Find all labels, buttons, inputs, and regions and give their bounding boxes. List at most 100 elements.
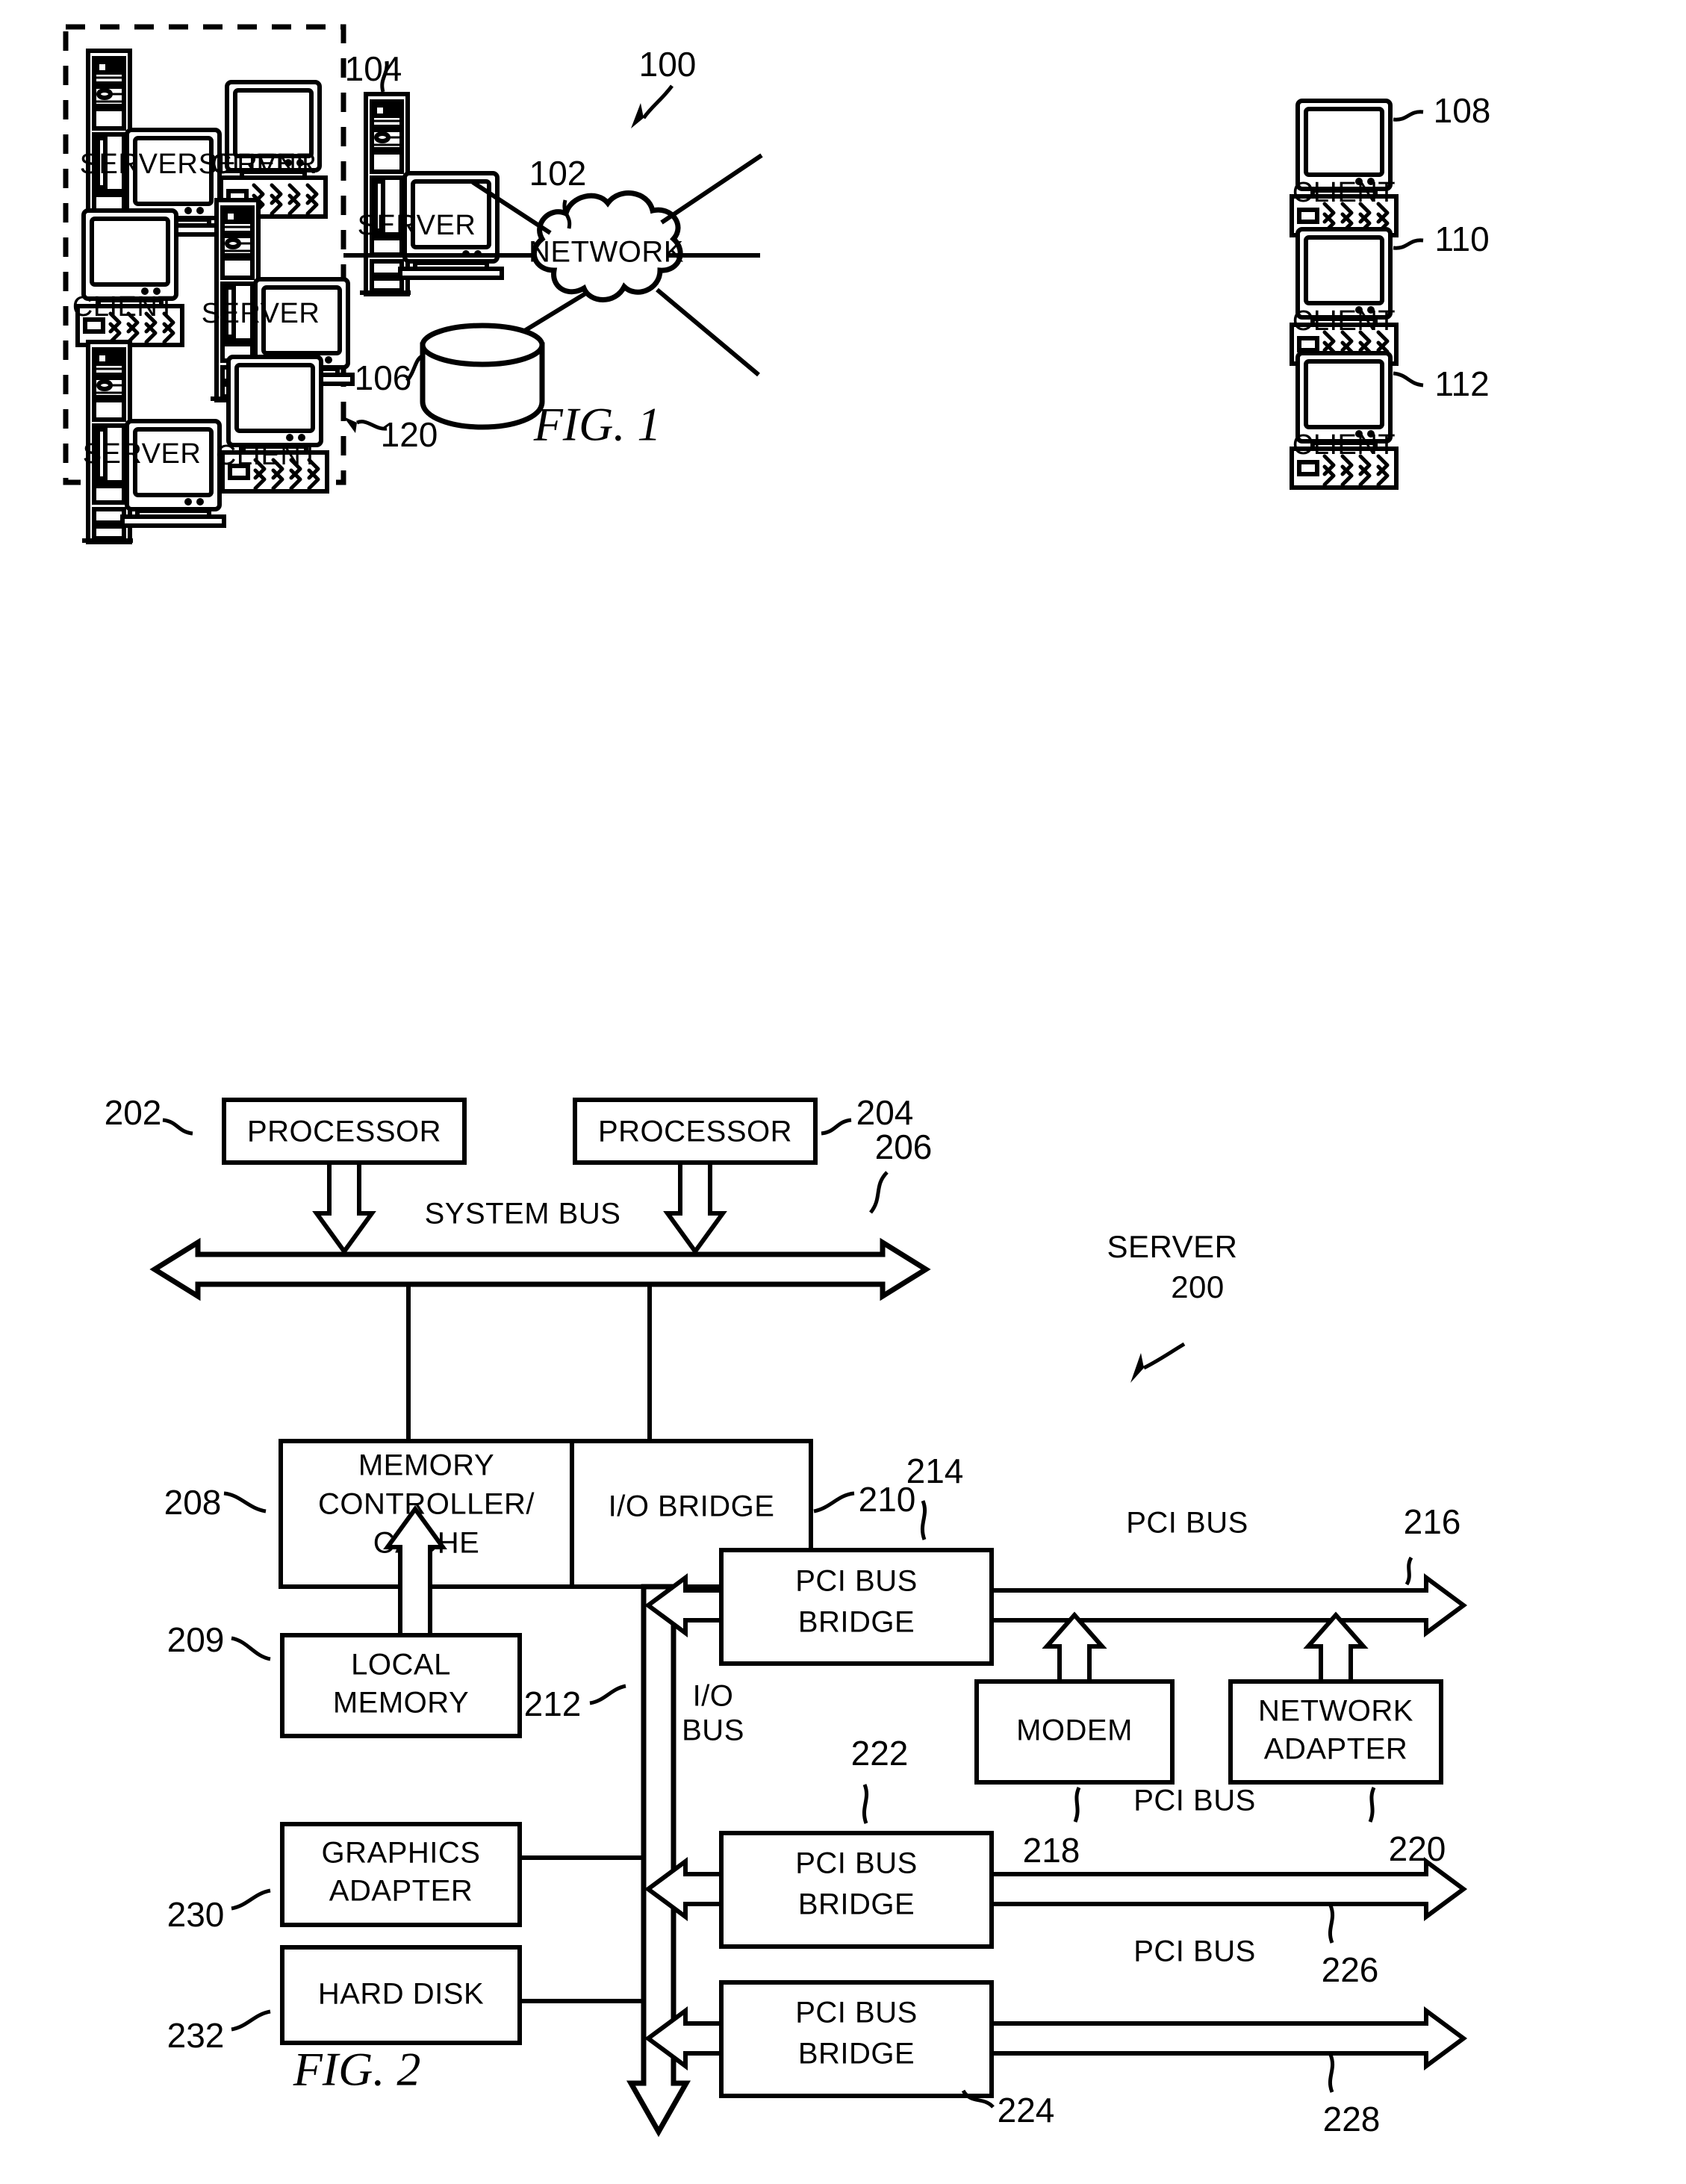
fig1-label-client-112: CLIENT bbox=[1293, 429, 1396, 461]
fig2-leader-230 bbox=[231, 1888, 271, 1911]
fig1-ref-112: 112 bbox=[1434, 364, 1489, 403]
fig2-leader-204 bbox=[821, 1118, 852, 1136]
fig1-leader-112 bbox=[1393, 371, 1424, 388]
fig2-ref-206: 206 bbox=[875, 1127, 933, 1166]
fig2-arrow-netadapter-to-pcibus1 bbox=[1303, 1611, 1369, 1684]
fig1-label-server-104: SERVER bbox=[358, 210, 476, 241]
fig2-label-pci-bus-3: PCI BUS bbox=[1133, 1935, 1256, 1968]
fig2-label-modem: MODEM bbox=[1016, 1714, 1133, 1747]
fig2-label-netadapter-line2: ADAPTER bbox=[1264, 1733, 1407, 1766]
fig1-ref-110: 110 bbox=[1434, 220, 1489, 258]
fig2-pci-bus-1 bbox=[989, 1573, 1468, 1637]
fig2-ref-228: 228 bbox=[1323, 2100, 1381, 2138]
fig1-label-client-3: CLIENT bbox=[216, 440, 319, 471]
fig2-leader-202 bbox=[162, 1118, 193, 1136]
fig2-label-io-bus-line2: BUS bbox=[682, 1714, 744, 1747]
fig2-leader-200 bbox=[1142, 1342, 1186, 1370]
fig2-leader-216 bbox=[1405, 1556, 1413, 1586]
fig1-leader-108 bbox=[1393, 110, 1424, 122]
fig2-label-io-bus-line1: I/O bbox=[693, 1680, 734, 1713]
fig2-label-pci-bridge-2-line2: BRIDGE bbox=[798, 1888, 915, 1921]
fig1-label-client-2: CLIENT bbox=[72, 291, 175, 323]
figure-1: NETWORK 106 120 108 110 112 SERVER CLIEN… bbox=[63, 24, 1490, 542]
fig1-node-client-110 bbox=[1292, 229, 1396, 364]
fig2-leader-222 bbox=[862, 1784, 869, 1824]
fig1-node-server-104 bbox=[360, 94, 502, 294]
fig1-label-client-110: CLIENT bbox=[1293, 305, 1396, 337]
fig2-label-graphics-line2: ADAPTER bbox=[329, 1875, 473, 1908]
fig1-node-client-2 bbox=[78, 211, 182, 345]
fig2-ref-216: 216 bbox=[1404, 1502, 1461, 1541]
fig1-node-client-112 bbox=[1292, 353, 1396, 488]
fig1-network-label: NETWORK bbox=[529, 236, 684, 269]
fig2-label-pci-bus-2: PCI BUS bbox=[1133, 1785, 1256, 1817]
fig2-leader-218 bbox=[1073, 1786, 1081, 1823]
fig2-pci-bus-3 bbox=[989, 2006, 1468, 2071]
fig2-ref-230: 230 bbox=[167, 1895, 225, 1934]
fig2-label-processor-left: PROCESSOR bbox=[247, 1116, 441, 1148]
fig2-ref-232: 232 bbox=[167, 2016, 225, 2055]
fig2-ref-224: 224 bbox=[998, 2091, 1055, 2129]
fig2-leader-210 bbox=[813, 1491, 855, 1513]
fig2-label-pci-bridge-2-line1: PCI BUS bbox=[795, 1847, 918, 1880]
fig1-caption: FIG. 1 bbox=[533, 398, 662, 451]
fig2-label-pci-bridge-1-line2: BRIDGE bbox=[798, 1606, 915, 1639]
fig2-ref-204: 204 bbox=[856, 1093, 914, 1132]
fig2-ref-226: 226 bbox=[1322, 1950, 1379, 1989]
fig1-link-network-client112 bbox=[656, 287, 760, 377]
fig2-ref-208: 208 bbox=[164, 1483, 222, 1522]
fig2-label-system-bus: SYSTEM BUS bbox=[425, 1198, 621, 1231]
fig2-caption: FIG. 2 bbox=[293, 2043, 421, 2096]
fig2-label-pci-bridge-3-line2: BRIDGE bbox=[798, 2038, 915, 2071]
fig1-ref-120: 120 bbox=[381, 415, 438, 454]
fig2-leader-208 bbox=[223, 1491, 267, 1513]
fig2-label-memctrl-line2: CONTROLLER/ bbox=[318, 1488, 535, 1521]
fig2-ref-218: 218 bbox=[1023, 1831, 1080, 1870]
fig2-label-processor-right: PROCESSOR bbox=[598, 1116, 792, 1148]
fig2-leader-212 bbox=[589, 1684, 626, 1705]
fig1-arrowhead-100 bbox=[631, 103, 644, 128]
fig2-arrow-proc-right-to-bus bbox=[663, 1160, 727, 1256]
fig2-label-server-ref: 200 bbox=[1171, 1269, 1225, 1304]
fig2-label-netadapter-line1: NETWORK bbox=[1258, 1695, 1413, 1728]
fig1-ref-100: 100 bbox=[639, 45, 697, 84]
fig1-ref-102: 102 bbox=[529, 154, 587, 193]
fig2-leader-226 bbox=[1328, 1905, 1335, 1944]
fig2-label-pci-bus-1: PCI BUS bbox=[1126, 1507, 1248, 1540]
fig1-link-network-client108 bbox=[660, 153, 763, 225]
fig2-label-graphics-line1: GRAPHICS bbox=[322, 1837, 481, 1870]
fig1-label-server-1b: SERVER bbox=[80, 149, 199, 180]
fig1-storage-cylinder bbox=[420, 323, 545, 430]
fig2-ref-220: 220 bbox=[1389, 1829, 1446, 1868]
figure-2: PROCESSOR 202 PROCESSOR 204 SYSTEM BUS 2… bbox=[105, 1093, 1468, 2138]
fig1-ref-106: 106 bbox=[355, 358, 412, 397]
fig2-leader-206 bbox=[868, 1171, 889, 1214]
fig2-leader-209 bbox=[231, 1636, 271, 1661]
fig1-label-client-1: CLIENT bbox=[211, 149, 314, 180]
fig2-arrowhead-200 bbox=[1130, 1353, 1144, 1383]
fig2-ref-214: 214 bbox=[906, 1452, 964, 1490]
fig2-leader-214 bbox=[920, 1500, 927, 1540]
fig2-label-server-title: SERVER bbox=[1107, 1229, 1238, 1264]
fig2-label-io-bridge: I/O BRIDGE bbox=[609, 1490, 775, 1523]
fig1-leader-100 bbox=[641, 84, 674, 119]
fig2-leader-228 bbox=[1328, 2054, 1335, 2093]
fig2-ref-202: 202 bbox=[105, 1093, 162, 1132]
fig2-arrow-modem-to-pcibus1 bbox=[1042, 1611, 1107, 1684]
fig2-ref-212: 212 bbox=[524, 1684, 582, 1723]
fig1-label-server-2: SERVER bbox=[202, 298, 320, 329]
fig1-arrowhead-120 bbox=[343, 417, 357, 433]
fig2-ref-222: 222 bbox=[851, 1734, 909, 1773]
fig2-label-memctrl-line1: MEMORY bbox=[358, 1449, 494, 1482]
fig2-leader-220 bbox=[1368, 1786, 1376, 1823]
fig2-label-localmem-line1: LOCAL bbox=[351, 1649, 451, 1681]
fig2-label-pci-bridge-3-line1: PCI BUS bbox=[795, 1997, 918, 2029]
patent-drawing-page: NETWORK 106 120 108 110 112 SERVER CLIEN… bbox=[0, 0, 1686, 2184]
fig2-system-bus bbox=[149, 1237, 931, 1301]
fig2-label-localmem-line2: MEMORY bbox=[333, 1687, 469, 1720]
fig1-ref-104: 104 bbox=[345, 49, 402, 88]
fig2-arrow-proc-left-to-bus bbox=[312, 1160, 376, 1256]
fig2-label-pci-bridge-1-line1: PCI BUS bbox=[795, 1565, 918, 1598]
fig1-label-server-3: SERVER bbox=[83, 438, 202, 470]
fig1-label-client-108: CLIENT bbox=[1293, 177, 1396, 208]
